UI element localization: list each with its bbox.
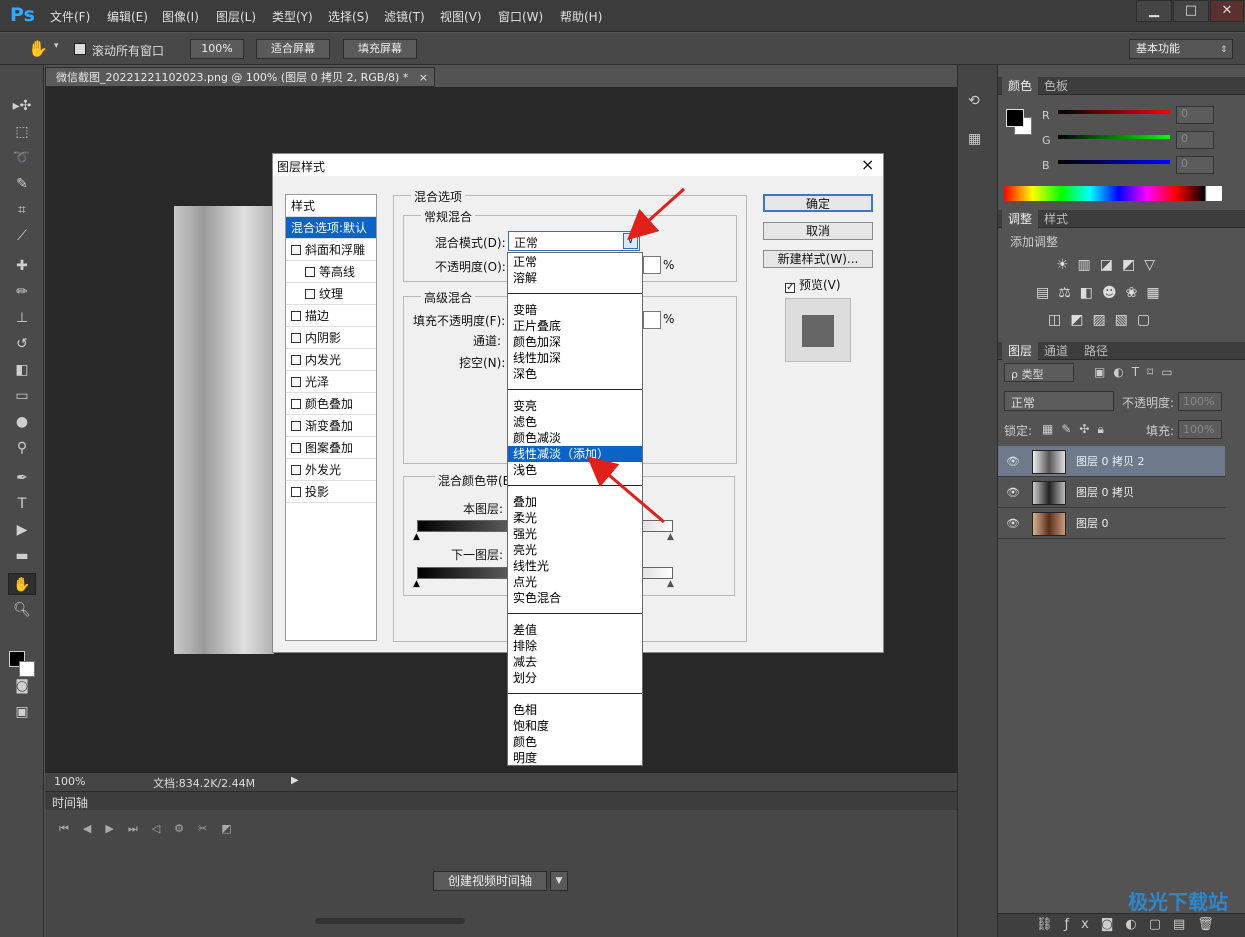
annotation-arrows	[586, 187, 686, 524]
arrow-to-blend-select	[627, 187, 686, 241]
watermark-text: 极光下载站	[1128, 890, 1228, 914]
arrow-to-linear-dodge	[586, 456, 665, 524]
color-foreground-swatch[interactable]	[1006, 109, 1024, 127]
